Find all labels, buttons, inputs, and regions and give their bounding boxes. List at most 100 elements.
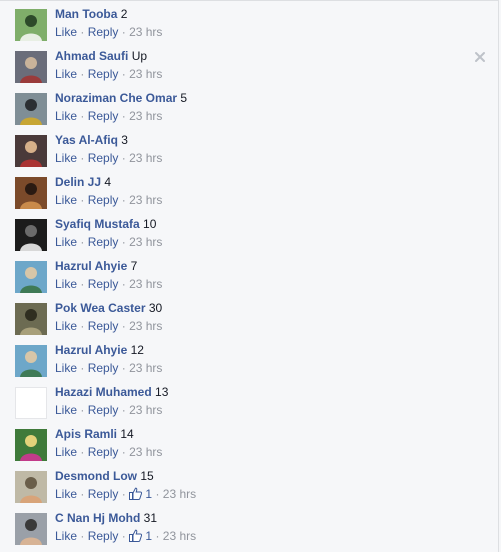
like-count-link[interactable]: 1 [129, 529, 152, 543]
like-link[interactable]: Like [55, 109, 77, 123]
comment-timestamp[interactable]: 23 hrs [129, 403, 162, 417]
reply-link[interactable]: Reply [88, 67, 119, 81]
comment-timestamp[interactable]: 23 hrs [129, 67, 162, 81]
comment-actions: Like · Reply · 23 hrs [55, 402, 162, 418]
like-count-link[interactable]: 1 [129, 487, 152, 501]
comment-text: 2 [120, 7, 128, 21]
like-link[interactable]: Like [55, 445, 77, 459]
comment-actions: Like · Reply · 23 hrs [55, 276, 162, 292]
separator: · [121, 445, 126, 459]
separator: · [121, 529, 126, 543]
avatar[interactable] [15, 93, 47, 125]
comment-timestamp[interactable]: 23 hrs [129, 25, 162, 39]
comment-timestamp[interactable]: 23 hrs [163, 529, 196, 543]
comment-author-link[interactable]: Hazrul Ahyie [55, 259, 127, 273]
comment-author-link[interactable]: Apis Ramli [55, 427, 117, 441]
avatar[interactable] [15, 177, 47, 209]
comment-row: Desmond Low 15 Like · Reply · 1 · 23 hrs [0, 465, 499, 507]
comment-text: 10 [143, 217, 157, 231]
comment-author-link[interactable]: Hazazi Muhamed [55, 385, 152, 399]
separator: · [80, 109, 85, 123]
comment-timestamp[interactable]: 23 hrs [129, 319, 162, 333]
reply-link[interactable]: Reply [88, 529, 119, 543]
comment-author-link[interactable]: Pok Wea Caster [55, 301, 146, 315]
comment-author-link[interactable]: Desmond Low [55, 469, 137, 483]
like-link[interactable]: Like [55, 25, 77, 39]
avatar[interactable] [15, 387, 47, 419]
comment-timestamp[interactable]: 23 hrs [163, 487, 196, 501]
comment-row: Apis Ramli 14 Like · Reply · 23 hrs [0, 423, 499, 465]
comment-text: 5 [180, 91, 188, 105]
separator: · [121, 319, 126, 333]
comment-body: Hazrul Ahyie 7 [55, 258, 137, 274]
separator: · [80, 529, 85, 543]
avatar[interactable] [15, 429, 47, 461]
reply-link[interactable]: Reply [88, 25, 119, 39]
comment-author-link[interactable]: Yas Al-Afiq [55, 133, 118, 147]
avatar[interactable] [15, 345, 47, 377]
comment-body: Hazrul Ahyie 12 [55, 342, 144, 358]
avatar[interactable] [15, 9, 47, 41]
comment-body: Desmond Low 15 [55, 468, 154, 484]
avatar[interactable] [15, 513, 47, 545]
avatar[interactable] [15, 219, 47, 251]
comment-timestamp[interactable]: 23 hrs [129, 193, 162, 207]
thumbs-up-icon [129, 529, 143, 546]
reply-link[interactable]: Reply [88, 193, 119, 207]
avatar[interactable] [15, 303, 47, 335]
reply-link[interactable]: Reply [88, 487, 119, 501]
like-link[interactable]: Like [55, 67, 77, 81]
like-link[interactable]: Like [55, 277, 77, 291]
reply-link[interactable]: Reply [88, 109, 119, 123]
comment-timestamp[interactable]: 23 hrs [129, 277, 162, 291]
comment-author-link[interactable]: C Nan Hj Mohd [55, 511, 140, 525]
comment-timestamp[interactable]: 23 hrs [129, 151, 162, 165]
like-link[interactable]: Like [55, 361, 77, 375]
comment-author-link[interactable]: Delin JJ [55, 175, 101, 189]
comment-row: Man Tooba 2 Like · Reply · 23 hrs [0, 3, 499, 45]
comment-timestamp[interactable]: 23 hrs [129, 445, 162, 459]
comment-actions: Like · Reply · 23 hrs [55, 192, 162, 208]
comment-actions: Like · Reply · 1 · 23 hrs [55, 528, 196, 546]
avatar[interactable] [15, 261, 47, 293]
comment-author-link[interactable]: Hazrul Ahyie [55, 343, 127, 357]
avatar[interactable] [15, 51, 47, 83]
reply-link[interactable]: Reply [88, 361, 119, 375]
reply-link[interactable]: Reply [88, 445, 119, 459]
separator: · [155, 529, 160, 543]
reply-link[interactable]: Reply [88, 403, 119, 417]
separator: · [121, 277, 126, 291]
separator: · [80, 277, 85, 291]
like-link[interactable]: Like [55, 193, 77, 207]
separator: · [80, 25, 85, 39]
reply-link[interactable]: Reply [88, 235, 119, 249]
comment-body: Man Tooba 2 [55, 6, 127, 22]
like-link[interactable]: Like [55, 235, 77, 249]
reply-link[interactable]: Reply [88, 319, 119, 333]
comment-body: Yas Al-Afiq 3 [55, 132, 128, 148]
comment-text: 12 [130, 343, 144, 357]
comment-author-link[interactable]: Syafiq Mustafa [55, 217, 140, 231]
avatar[interactable] [15, 135, 47, 167]
comment-body: Ahmad Saufi Up [55, 48, 147, 64]
reply-link[interactable]: Reply [88, 151, 119, 165]
comment-text: 31 [143, 511, 158, 525]
comment-timestamp[interactable]: 23 hrs [129, 235, 162, 249]
reply-link[interactable]: Reply [88, 277, 119, 291]
comment-author-link[interactable]: Ahmad Saufi [55, 49, 128, 63]
comment-timestamp[interactable]: 23 hrs [129, 109, 162, 123]
comment-author-link[interactable]: Man Tooba [55, 7, 117, 21]
avatar[interactable] [15, 471, 47, 503]
like-count: 1 [145, 487, 153, 501]
comment-actions: Like · Reply · 1 · 23 hrs [55, 486, 196, 504]
separator: · [121, 235, 126, 249]
like-link[interactable]: Like [55, 487, 77, 501]
comment-timestamp[interactable]: 23 hrs [129, 361, 162, 375]
separator: · [121, 403, 126, 417]
like-link[interactable]: Like [55, 319, 77, 333]
comment-author-link[interactable]: Noraziman Che Omar [55, 91, 177, 105]
like-link[interactable]: Like [55, 151, 77, 165]
like-link[interactable]: Like [55, 403, 77, 417]
like-link[interactable]: Like [55, 529, 77, 543]
comment-body: Pok Wea Caster 30 [55, 300, 162, 316]
